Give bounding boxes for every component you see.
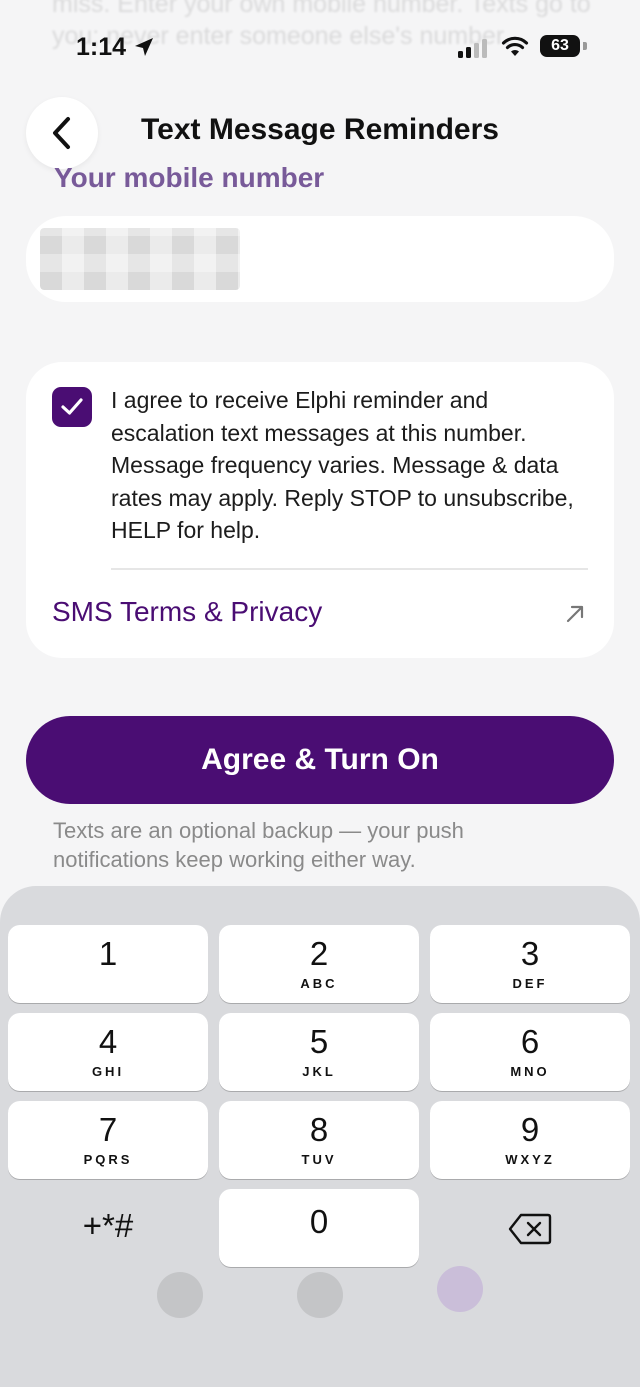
numeric-keypad: 1 2 ABC 3 DEF 4 GHI 5 JKL 6 MNO 7 PQRS 8… [0, 886, 640, 1387]
external-link-icon[interactable] [563, 602, 587, 626]
key-letters: JKL [302, 1064, 336, 1079]
key-letters: DEF [512, 976, 548, 991]
battery-nub [583, 42, 587, 50]
key-digit: 8 [309, 1111, 329, 1148]
key-3[interactable]: 3 DEF [430, 925, 630, 1003]
key-digit: 9 [520, 1111, 540, 1148]
footnote-text: Texts are an optional backup — your push… [53, 818, 464, 872]
agree-turn-on-button[interactable]: Agree & Turn On [26, 716, 614, 804]
status-time: 1:14 [76, 33, 127, 61]
key-symbols-label: +*# [82, 1207, 134, 1244]
key-digit: 4 [98, 1023, 118, 1060]
faded-tab-icon [437, 1266, 483, 1312]
mobile-number-label: Your mobile number [54, 162, 325, 193]
page-title: Text Message Reminders [141, 113, 499, 146]
consent-card: I agree to receive Elphi reminder and es… [26, 362, 614, 658]
key-digit: 3 [520, 935, 540, 972]
cellular-signal-icon [458, 39, 487, 58]
key-6[interactable]: 6 MNO [430, 1013, 630, 1091]
key-0[interactable]: 0 [219, 1189, 419, 1267]
key-digit: 7 [98, 1111, 118, 1148]
battery-indicator: 63 [540, 35, 580, 57]
key-digit: 5 [309, 1023, 329, 1060]
key-delete[interactable] [430, 1189, 630, 1267]
key-4[interactable]: 4 GHI [8, 1013, 208, 1091]
key-letters: ABC [300, 976, 338, 991]
key-1[interactable]: 1 [8, 925, 208, 1003]
mobile-number-field[interactable] [26, 216, 614, 302]
key-letters: GHI [91, 1064, 125, 1079]
key-5[interactable]: 5 JKL [219, 1013, 419, 1091]
key-digit: 0 [309, 1203, 329, 1240]
key-digit: 6 [520, 1023, 540, 1060]
key-2[interactable]: 2 ABC [219, 925, 419, 1003]
key-digit: 1 [98, 935, 118, 972]
key-letters: MNO [510, 1064, 550, 1079]
key-8[interactable]: 8 TUV [219, 1101, 419, 1179]
status-bar: 1:14 63 [0, 0, 640, 90]
sms-terms-link[interactable]: SMS Terms & Privacy [52, 596, 322, 628]
key-letters: PQRS [83, 1152, 133, 1167]
faded-tab-icon [297, 1272, 343, 1318]
consent-checkbox[interactable] [52, 387, 92, 427]
checkmark-icon [61, 398, 83, 415]
key-letters: WXYZ [505, 1152, 555, 1167]
consent-text: I agree to receive Elphi reminder and es… [111, 387, 574, 543]
key-7[interactable]: 7 PQRS [8, 1101, 208, 1179]
key-symbols[interactable]: +*# [8, 1189, 208, 1267]
wifi-icon [501, 36, 529, 56]
backspace-icon [508, 1213, 552, 1245]
key-digit: 2 [309, 935, 329, 972]
location-arrow-icon [135, 38, 153, 56]
battery-level: 63 [551, 37, 569, 54]
mobile-number-value-redacted [40, 228, 240, 290]
key-9[interactable]: 9 WXYZ [430, 1101, 630, 1179]
faded-tab-icon [157, 1272, 203, 1318]
divider [111, 568, 588, 570]
key-letters: TUV [301, 1152, 337, 1167]
